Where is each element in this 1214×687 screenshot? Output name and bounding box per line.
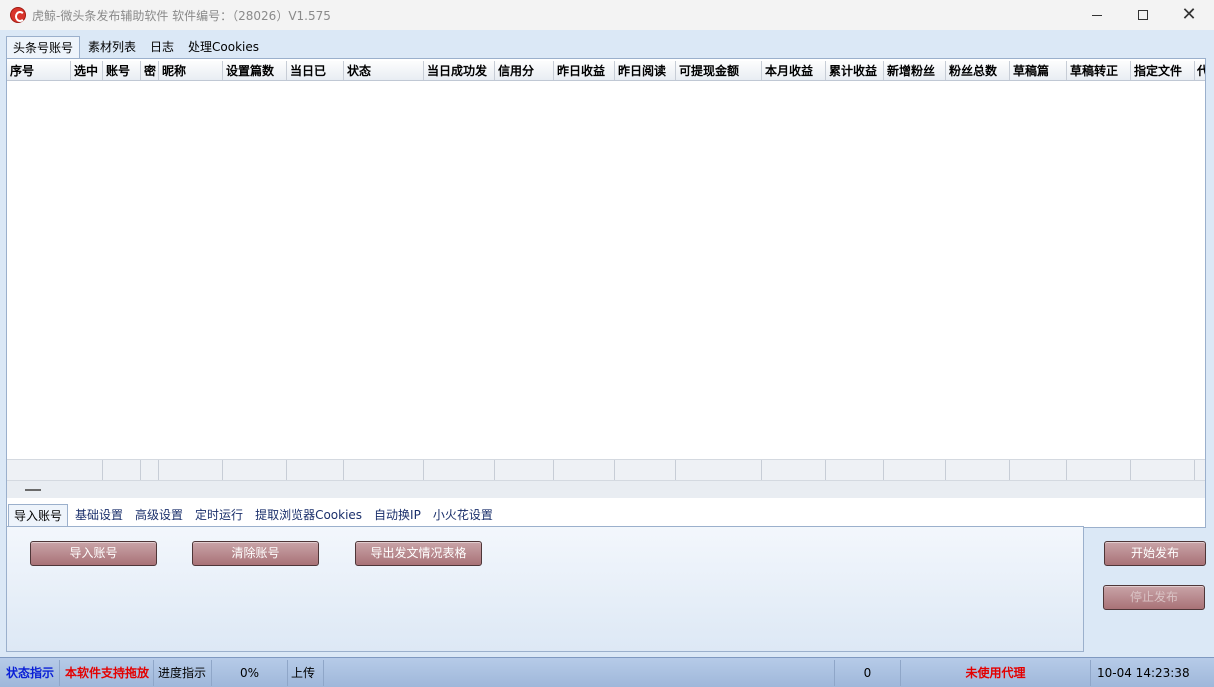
status-indicator-label: 状态指示 bbox=[0, 660, 60, 686]
column-header[interactable]: 昨日收益 bbox=[554, 61, 615, 80]
grid-splitter-bar[interactable] bbox=[7, 481, 1205, 498]
stop-publish-button[interactable]: 停止发布 bbox=[1103, 585, 1205, 610]
upload-label: 上传 bbox=[288, 660, 324, 686]
footer-cell bbox=[1010, 460, 1067, 480]
column-header[interactable]: 昨日阅读 bbox=[615, 61, 676, 80]
footer-cell bbox=[615, 460, 676, 480]
footer-cell bbox=[103, 460, 141, 480]
maximize-button[interactable] bbox=[1120, 0, 1166, 30]
count-value: 0 bbox=[835, 660, 901, 686]
tab-accounts[interactable]: 头条号账号 bbox=[6, 36, 81, 59]
column-header[interactable]: 粉丝总数 bbox=[946, 61, 1010, 80]
footer-cell bbox=[762, 460, 826, 480]
accounts-grid[interactable]: 序号 选中 账号 密 昵称 设置篇数 当日已 状态 当日成功发 信用分 昨日收益… bbox=[6, 58, 1206, 528]
column-header[interactable]: 当日已 bbox=[287, 61, 344, 80]
upload-progress-bar bbox=[324, 660, 835, 686]
drag-support-label: 本软件支持拖放 bbox=[60, 660, 154, 686]
grid-header: 序号 选中 账号 密 昵称 设置篇数 当日已 状态 当日成功发 信用分 昨日收益… bbox=[7, 61, 1205, 81]
app-logo-icon bbox=[10, 7, 26, 23]
top-tab-bar: 头条号账号 素材列表 日志 处理Cookies bbox=[6, 36, 267, 59]
tab-log[interactable]: 日志 bbox=[144, 36, 180, 58]
column-header[interactable]: 状态 bbox=[344, 61, 424, 80]
splitter-handle-icon[interactable] bbox=[25, 489, 41, 491]
window-title: 虎鲸-微头条发布辅助软件 软件编号：（28026）V1.575 bbox=[32, 9, 331, 23]
footer-cell bbox=[424, 460, 495, 480]
column-header[interactable]: 草稿篇 bbox=[1010, 61, 1067, 80]
minimize-icon bbox=[1092, 14, 1102, 16]
clear-accounts-button[interactable]: 清除账号 bbox=[192, 541, 319, 566]
column-header[interactable]: 账号 bbox=[103, 61, 141, 80]
close-icon: ✕ bbox=[1181, 4, 1197, 25]
column-header[interactable]: 本月收益 bbox=[762, 61, 826, 80]
tab-auto-change-ip[interactable]: 自动换IP bbox=[369, 504, 426, 526]
tab-advanced-settings[interactable]: 高级设置 bbox=[130, 504, 188, 526]
footer-cell bbox=[287, 460, 344, 480]
footer-cell bbox=[946, 460, 1010, 480]
footer-cell bbox=[495, 460, 554, 480]
footer-cell bbox=[1131, 460, 1195, 480]
column-header[interactable]: 代 bbox=[1195, 61, 1205, 80]
tab-cookies[interactable]: 处理Cookies bbox=[182, 36, 265, 58]
footer-cell bbox=[554, 460, 615, 480]
tab-spark-settings[interactable]: 小火花设置 bbox=[428, 504, 498, 526]
tab-scheduled-run[interactable]: 定时运行 bbox=[190, 504, 248, 526]
proxy-status: 未使用代理 bbox=[901, 660, 1091, 686]
tab-extract-browser-cookies[interactable]: 提取浏览器Cookies bbox=[250, 504, 367, 526]
column-header[interactable]: 昵称 bbox=[159, 61, 223, 80]
footer-cell bbox=[344, 460, 424, 480]
status-bar: 状态指示 本软件支持拖放 进度指示 0% 上传 0 未使用代理 10-04 14… bbox=[0, 657, 1214, 687]
progress-value: 0% bbox=[212, 660, 288, 686]
column-header[interactable]: 信用分 bbox=[495, 61, 554, 80]
minimize-button[interactable] bbox=[1074, 0, 1120, 30]
title-bar: 虎鲸-微头条发布辅助软件 软件编号：（28026）V1.575 ✕ bbox=[0, 0, 1214, 30]
main-area: 头条号账号 素材列表 日志 处理Cookies 序号 选中 账号 密 昵称 设置… bbox=[0, 30, 1214, 657]
close-button[interactable]: ✕ bbox=[1166, 0, 1212, 30]
tab-import-accounts[interactable]: 导入账号 bbox=[8, 504, 69, 526]
column-header[interactable]: 当日成功发 bbox=[424, 61, 495, 80]
column-header[interactable]: 累计收益 bbox=[826, 61, 884, 80]
column-header[interactable]: 草稿转正 bbox=[1067, 61, 1131, 80]
progress-label: 进度指示 bbox=[154, 660, 212, 686]
footer-cell bbox=[159, 460, 223, 480]
column-header[interactable]: 新增粉丝 bbox=[884, 61, 946, 80]
import-tab-panel bbox=[6, 526, 1084, 652]
export-report-button[interactable]: 导出发文情况表格 bbox=[355, 541, 482, 566]
tab-materials[interactable]: 素材列表 bbox=[82, 36, 142, 58]
maximize-icon bbox=[1138, 10, 1148, 20]
start-publish-button[interactable]: 开始发布 bbox=[1104, 541, 1206, 566]
import-accounts-button[interactable]: 导入账号 bbox=[30, 541, 157, 566]
tab-basic-settings[interactable]: 基础设置 bbox=[70, 504, 128, 526]
column-header[interactable]: 密 bbox=[141, 61, 159, 80]
column-header[interactable]: 设置篇数 bbox=[223, 61, 287, 80]
settings-tab-bar: 导入账号 基础设置 高级设置 定时运行 提取浏览器Cookies 自动换IP 小… bbox=[8, 504, 500, 526]
footer-cell bbox=[826, 460, 884, 480]
column-header[interactable]: 可提现金额 bbox=[676, 61, 762, 80]
footer-cell bbox=[1067, 460, 1131, 480]
datetime-display: 10-04 14:23:38 bbox=[1097, 666, 1190, 680]
footer-cell bbox=[884, 460, 946, 480]
grid-footer-row bbox=[7, 459, 1205, 481]
footer-cell bbox=[676, 460, 762, 480]
footer-cell bbox=[141, 460, 159, 480]
footer-cell bbox=[7, 460, 103, 480]
column-header[interactable]: 序号 bbox=[7, 61, 71, 80]
footer-cell bbox=[223, 460, 287, 480]
column-header[interactable]: 选中 bbox=[71, 61, 103, 80]
column-header[interactable]: 指定文件 bbox=[1131, 61, 1195, 80]
grid-body[interactable] bbox=[7, 81, 1205, 459]
